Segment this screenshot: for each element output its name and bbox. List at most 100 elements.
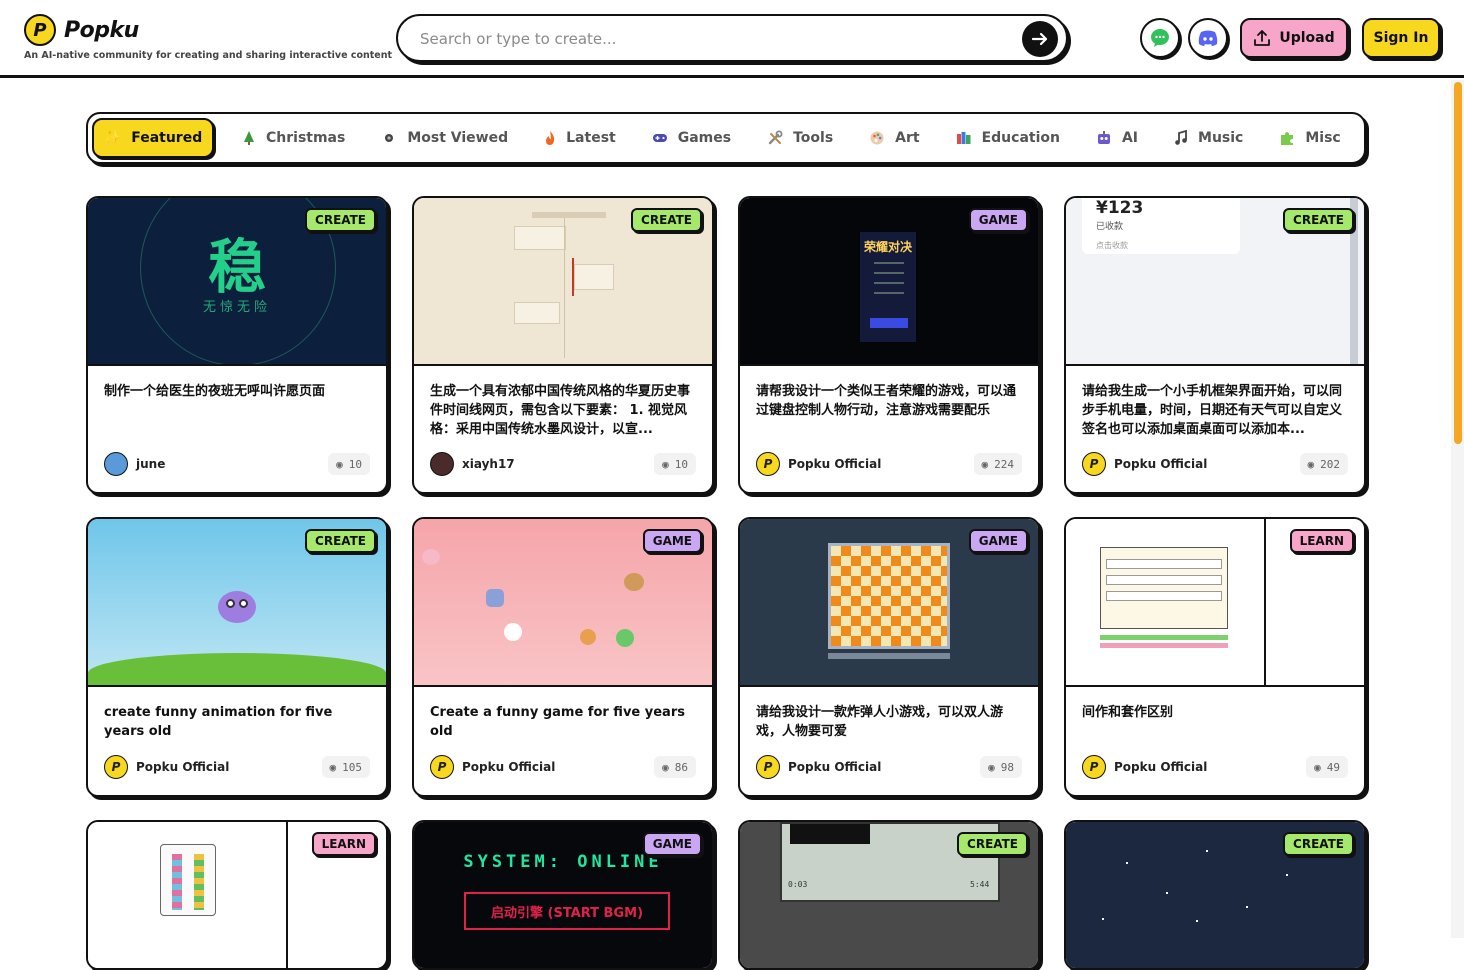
category-badge: GAME (642, 832, 702, 856)
brand-name: Popku (64, 17, 139, 43)
category-tabs: ✨ Featured Christmas Most Viewed Latest … (86, 112, 1366, 164)
tab-label: Games (677, 130, 732, 146)
upload-label: Upload (1279, 30, 1335, 46)
card-author[interactable]: P Popku Official (104, 755, 229, 779)
thumb-big-text: ¥123 (1096, 198, 1144, 218)
project-card[interactable]: CREATE create funny animation for five y… (86, 517, 388, 797)
tab-christmas[interactable]: Christmas (224, 118, 363, 158)
card-thumbnail: CREATE (88, 519, 386, 687)
eye-icon: ◉ (662, 760, 669, 774)
eye-icon: ◉ (1314, 760, 1321, 774)
card-author[interactable]: P Popku Official (1082, 755, 1207, 779)
category-badge: LEARN (311, 832, 376, 856)
search-input[interactable] (420, 26, 1000, 52)
author-name: Popku Official (1114, 457, 1208, 471)
view-count-value: 202 (1320, 457, 1340, 471)
category-badge: CREATE (957, 832, 1028, 856)
upload-icon (1254, 30, 1271, 46)
view-count: ◉ 98 (980, 756, 1022, 778)
avatar: P (104, 755, 128, 779)
tab-label: AI (1121, 130, 1139, 146)
card-title: 请给我设计一款炸弹人小游戏，可以双人游戏，人物要可爱 (756, 705, 1004, 739)
brand-tagline: An AI-native community for creating and … (24, 50, 393, 61)
category-badge: CREATE (1283, 832, 1354, 856)
tab-latest[interactable]: Latest (526, 118, 634, 158)
card-thumbnail: 稳 无惊无险 CREATE (88, 198, 386, 366)
tab-art[interactable]: Art (851, 118, 937, 158)
category-badge: GAME (968, 529, 1028, 553)
card-author[interactable]: june (104, 452, 165, 476)
music-icon (1175, 130, 1187, 145)
tab-misc[interactable]: Misc (1261, 118, 1358, 158)
eye-icon: ◉ (988, 760, 995, 774)
project-card[interactable]: ¥123 已收款 点击收款 CREATE 请给我生成一个小手机框架界面开始，可以… (1064, 196, 1366, 494)
view-count-value: 86 (674, 760, 688, 774)
project-card[interactable]: GAME 请给我设计一款炸弹人小游戏，可以双人游戏，人物要可爱 P Popku … (738, 517, 1040, 797)
thumb-small-text: 已收款 (1096, 222, 1124, 232)
search-submit-button[interactable] (1022, 21, 1058, 57)
tab-label: Christmas (266, 130, 346, 146)
tab-education[interactable]: Education (938, 118, 1078, 158)
tab-tools[interactable]: Tools (749, 118, 851, 158)
avatar: P (756, 452, 780, 476)
thumb-big-text: 荣耀对决 (863, 240, 912, 254)
logo-icon: P (24, 14, 56, 46)
project-card[interactable]: CREATE 生成一个具有浓郁中国传统风格的华夏历史事件时间线网页，需包含以下要… (412, 196, 714, 494)
avatar: P (756, 755, 780, 779)
fire-icon (546, 131, 555, 145)
card-thumbnail: CREATE (1066, 822, 1364, 968)
tab-music[interactable]: Music (1156, 118, 1261, 158)
brand-logo[interactable]: P Popku (24, 14, 139, 46)
card-thumbnail: GAME (414, 519, 712, 687)
thumb-small-text: 启动引擎 (START BGM) (464, 892, 670, 930)
chat-button[interactable] (1140, 18, 1180, 58)
sign-in-button[interactable]: Sign In (1362, 18, 1440, 58)
project-card[interactable]: LEARN 间作和套作区别 P Popku Official ◉ 49 (1064, 517, 1366, 797)
tab-featured[interactable]: ✨ Featured (92, 118, 214, 158)
view-count-value: 105 (342, 760, 362, 774)
category-badge: GAME (642, 529, 702, 553)
card-author[interactable]: P Popku Official (756, 755, 881, 779)
upload-button[interactable]: Upload (1240, 18, 1348, 58)
view-count-value: 98 (1000, 760, 1014, 774)
tab-most-viewed[interactable]: Most Viewed (363, 118, 526, 158)
tab-label: Art (895, 130, 920, 146)
tab-ai[interactable]: AI (1078, 118, 1156, 158)
tab-games[interactable]: Games (634, 118, 749, 158)
gamepad-icon (652, 134, 667, 142)
view-count: ◉ 202 (1299, 453, 1348, 475)
thumb-big-text: 稳 (207, 233, 266, 301)
project-card[interactable]: LEARN (86, 820, 388, 970)
avatar: P (1082, 755, 1106, 779)
project-card[interactable]: CREATE (1064, 820, 1366, 970)
card-thumbnail: LEARN (1066, 519, 1364, 687)
project-card[interactable]: 稳 无惊无险 CREATE 制作一个给医生的夜班无呼叫许愿页面 june ◉ 10 (86, 196, 388, 494)
author-name: Popku Official (1114, 760, 1208, 774)
card-thumbnail: SYSTEM: ONLINE 启动引擎 (START BGM) GAME (414, 822, 712, 968)
project-card[interactable]: SYSTEM: ONLINE 启动引擎 (START BGM) GAME (412, 820, 714, 970)
category-badge: CREATE (305, 529, 376, 553)
tab-label: Music (1198, 130, 1244, 146)
search-bar (396, 14, 1068, 62)
thumb-tiny-text: 5:44 (970, 880, 990, 889)
card-author[interactable]: P Popku Official (1082, 452, 1207, 476)
author-name: xiayh17 (462, 457, 515, 471)
view-count: ◉ 86 (654, 756, 696, 778)
discord-button[interactable] (1188, 18, 1228, 58)
card-thumbnail: 0:03 5:44 CREATE (740, 822, 1038, 968)
view-count-value: 10 (348, 457, 362, 471)
thumb-small-text: 0:03 (788, 880, 808, 889)
project-card[interactable]: 0:03 5:44 CREATE (738, 820, 1040, 970)
author-name: Popku Official (788, 760, 882, 774)
category-badge: LEARN (1289, 529, 1354, 553)
avatar (430, 452, 454, 476)
card-author[interactable]: P Popku Official (756, 452, 881, 476)
page-scrollbar-thumb[interactable] (1454, 82, 1462, 444)
card-thumbnail: CREATE (414, 198, 712, 366)
card-title: 生成一个具有浓郁中国传统风格的华夏历史事件时间线网页，需包含以下要素： 1. 视… (430, 384, 691, 437)
card-author[interactable]: P Popku Official (430, 755, 555, 779)
card-author[interactable]: xiayh17 (430, 452, 515, 476)
project-card[interactable]: 荣耀对决 GAME 请帮我设计一个类似王者荣耀的游戏，可以通过键盘控制人物行动，… (738, 196, 1040, 494)
project-card[interactable]: GAME Create a funny game for five years … (412, 517, 714, 797)
category-badge: GAME (968, 208, 1028, 232)
